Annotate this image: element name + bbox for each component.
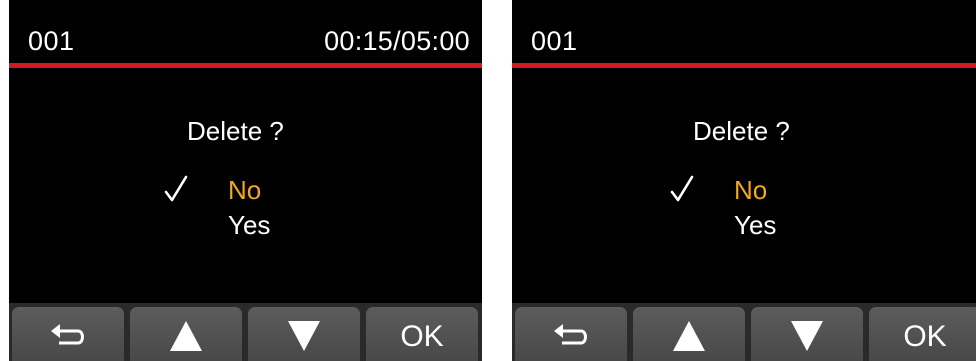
- playback-time: 00:15/05:00: [324, 26, 470, 56]
- triangle-down-icon: [288, 321, 320, 351]
- triangle-up-icon: [170, 321, 202, 351]
- file-number: 001: [531, 26, 578, 56]
- option-yes[interactable]: Yes: [228, 210, 270, 241]
- up-button[interactable]: [633, 307, 745, 361]
- checkmark-icon: [164, 175, 188, 202]
- dashcam-screen-left: 001 00:15/05:00 Delete ? No Yes OK: [9, 0, 482, 361]
- dashcam-screen-right: 001 Delete ? No Yes OK: [512, 0, 976, 361]
- option-no[interactable]: No: [734, 175, 767, 206]
- file-number: 001: [28, 26, 75, 56]
- delete-dialog: Delete ? No Yes: [512, 68, 976, 300]
- back-button[interactable]: [515, 307, 627, 361]
- status-bar: 001 00:15/05:00: [9, 0, 482, 63]
- option-yes[interactable]: Yes: [734, 210, 776, 241]
- status-bar: 001: [512, 0, 976, 63]
- ok-label: OK: [400, 320, 444, 353]
- down-button[interactable]: [751, 307, 863, 361]
- return-arrow-icon: [51, 324, 84, 345]
- ok-button[interactable]: OK: [869, 307, 976, 361]
- triangle-up-icon: [673, 321, 705, 351]
- ok-label: OK: [903, 320, 947, 353]
- back-button[interactable]: [12, 307, 124, 361]
- checkmark-icon: [670, 175, 694, 202]
- down-button[interactable]: [248, 307, 360, 361]
- delete-dialog: Delete ? No Yes: [9, 68, 482, 300]
- up-button[interactable]: [130, 307, 242, 361]
- soft-button-bar: OK: [9, 303, 482, 361]
- return-arrow-icon: [554, 324, 587, 345]
- dialog-title: Delete ?: [187, 116, 284, 146]
- ok-button[interactable]: OK: [366, 307, 478, 361]
- option-no[interactable]: No: [228, 175, 261, 206]
- soft-button-bar: OK: [512, 303, 976, 361]
- triangle-down-icon: [791, 321, 823, 351]
- dialog-title: Delete ?: [693, 116, 790, 146]
